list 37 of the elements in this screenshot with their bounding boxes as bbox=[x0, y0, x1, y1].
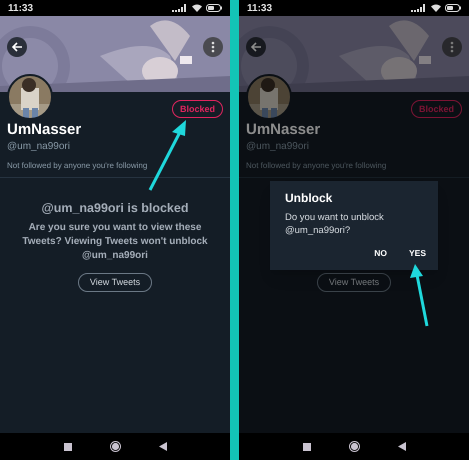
view-tweets-button[interactable]: View Tweets bbox=[316, 273, 392, 292]
status-time: 11:33 bbox=[8, 2, 34, 16]
back-arrow-icon bbox=[11, 41, 23, 53]
battery-icon bbox=[206, 4, 222, 12]
back-nav-icon[interactable] bbox=[398, 442, 406, 451]
back-arrow-icon bbox=[250, 41, 262, 53]
wifi-icon bbox=[431, 4, 441, 12]
annotation-arrow bbox=[410, 264, 428, 326]
square-nav-icon[interactable] bbox=[302, 442, 310, 450]
cancel-button[interactable]: NO bbox=[374, 247, 387, 260]
wifi-icon bbox=[192, 4, 202, 12]
follow-note: Not followed by anyone you're following bbox=[7, 161, 148, 171]
signal-icon bbox=[172, 4, 188, 12]
blocked-message: Are you sure you want to view these Tweets? Viewing Tweets won't unblock @um_na99ori bbox=[21, 221, 209, 263]
avatar bbox=[246, 74, 292, 120]
more-icon bbox=[450, 41, 454, 53]
home-nav-icon[interactable] bbox=[110, 441, 120, 452]
confirm-button[interactable]: YES bbox=[408, 247, 426, 260]
blocked-title: @um_na99ori is blocked bbox=[42, 200, 188, 216]
square-nav-icon[interactable] bbox=[64, 442, 72, 450]
blocked-button[interactable]: Blocked bbox=[172, 100, 223, 118]
battery-icon bbox=[445, 4, 461, 12]
dialog-title: Unblock bbox=[285, 191, 334, 205]
dialog-message: Do you want to unblock @um_na99ori? bbox=[285, 211, 385, 237]
profile-name: UmNasser bbox=[246, 120, 322, 140]
profile-name: UmNasser bbox=[7, 120, 82, 140]
status-time: 11:33 bbox=[247, 2, 272, 16]
annotation-arrow bbox=[148, 120, 186, 191]
home-nav-icon[interactable] bbox=[348, 441, 360, 452]
profile-handle: @um_na99ori bbox=[246, 140, 310, 154]
follow-note: Not followed by anyone you're following bbox=[246, 161, 388, 171]
signal-icon bbox=[411, 4, 427, 12]
back-nav-icon[interactable] bbox=[158, 442, 166, 451]
more-icon bbox=[211, 41, 215, 53]
profile-handle: @um_na99ori bbox=[7, 140, 71, 154]
avatar bbox=[7, 74, 53, 120]
view-tweets-button[interactable]: View Tweets bbox=[78, 273, 152, 292]
